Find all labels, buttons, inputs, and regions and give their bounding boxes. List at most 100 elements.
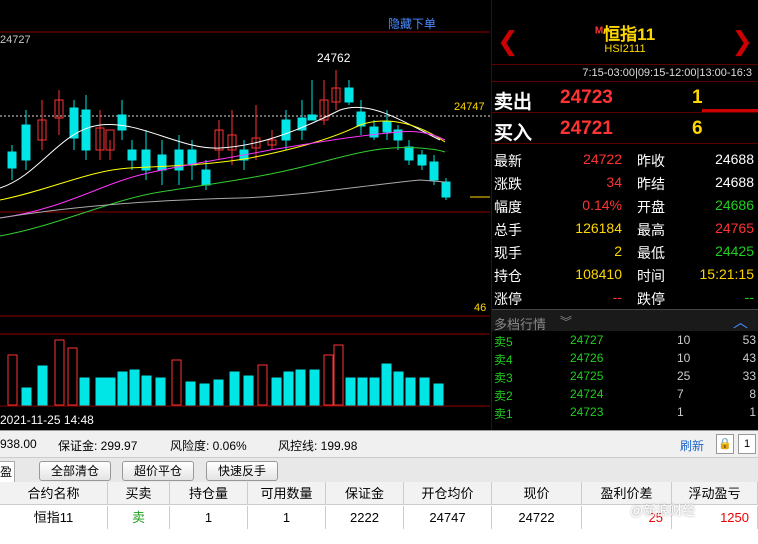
stat-key: 开盘 [637,199,665,215]
volume-bar [357,377,368,406]
depth-expand-icon[interactable]: ︾ [560,313,572,330]
stat-key: 时间 [637,268,665,284]
volume-bar [419,377,430,406]
watermark: @新浪财经 [630,503,696,518]
volume-bar [54,339,65,406]
depth-volume: 1 [677,405,684,419]
peak-price-label: 24762 [317,51,351,65]
volume-bar [229,371,240,406]
column-header[interactable]: 持仓量 [170,482,248,505]
stat-value: 126184 [575,220,622,236]
volume-bar [67,347,78,406]
sell-price: 24723 [560,87,613,108]
scroll-button[interactable]: 1 [738,434,756,454]
stat-value: 24765 [715,220,754,236]
volume-bar [369,377,380,406]
candle-body [281,119,291,141]
volume-bar [79,377,90,406]
stat-value: 2 [614,243,622,259]
lock-icon[interactable]: 🔒 [716,434,734,454]
depth-row[interactable]: 卖2 24724 7 8 [492,385,758,403]
sell-volume-bar [702,109,758,112]
column-header[interactable]: 可用数量 [248,482,326,505]
moving-average-line [0,106,441,189]
contract-name: 恒指11 [603,25,656,44]
volume-bar [243,375,254,406]
volume-bar [129,369,140,406]
column-header[interactable]: 保证金 [326,482,404,505]
candle-body [157,154,167,171]
sell-quote-row[interactable]: 卖出 24723 1 [492,82,758,113]
volume-bar [199,383,210,406]
depth-total: 53 [742,333,756,347]
column-header[interactable]: 合约名称 [0,482,108,505]
stat-row: 现手 2 最低 24425 [492,240,758,263]
candle-body [344,87,354,103]
depth-level: 卖3 [494,371,513,385]
depth-volume: 10 [677,351,691,365]
stat-value: 34 [606,174,622,190]
stat-key: 昨收 [637,153,665,169]
buy-label: 买入 [494,123,533,144]
stat-row: 持仓 108410 时间 15:21:15 [492,263,758,286]
hide-orders-link[interactable]: 隐藏下单 [388,15,436,32]
stat-row: 最新 24722 昨收 24688 [492,148,758,171]
candle-body [417,154,427,166]
candle-body [307,114,317,121]
contract-code: HSI2111 [604,43,646,55]
stat-key: 总手 [494,222,522,238]
candle-body [429,161,439,181]
depth-row[interactable]: 卖3 24725 25 33 [492,367,758,385]
kline-chart[interactable]: 隐藏下单 24727 24762 24747 46 2021-11-25 14:… [0,0,490,430]
column-header[interactable]: 开仓均价 [404,482,492,505]
depth-row[interactable]: 卖4 24726 10 43 [492,349,758,367]
buy-quote-row[interactable]: 买入 24721 6 [492,113,758,144]
depth-row[interactable]: 卖5 24727 10 53 [492,331,758,349]
depth-row[interactable]: 卖1 24723 1 1 [492,403,758,421]
refresh-link[interactable]: 刷新 [680,437,704,454]
stat-value: 108410 [575,266,622,282]
stat-value: -- [612,289,622,305]
depth-total: 33 [742,369,756,383]
depth-price: 24724 [570,387,604,401]
table-cell: 24722 [492,506,582,529]
stat-value: 15:21:15 [699,266,755,282]
depth-price: 24726 [570,351,604,365]
quote-header: ❮ M恒指11 HSI2111 ❯ [492,0,758,64]
volume-bar [171,359,182,406]
buy-price: 24721 [560,118,613,139]
stat-value: 24722 [583,151,622,167]
quick-reverse-button[interactable]: 快速反手 [206,461,278,481]
close-all-button[interactable]: 全部清仓 [39,461,111,481]
volume-bar [381,363,392,406]
depth-header[interactable]: 多档行情 ︾ ︿ [492,309,758,332]
next-contract-chevron-icon[interactable]: ❯ [731,26,753,57]
depth-volume: 25 [677,369,691,383]
depth-level: 卖2 [494,389,513,403]
candle-body [441,181,451,198]
volume-bar [213,379,224,406]
kline-chart-svg[interactable] [0,0,490,430]
collapse-chevron-icon[interactable]: ︿ [733,311,748,332]
column-header[interactable]: 买卖 [108,482,170,505]
account-bar: 938.00 保证金: 299.97 风险度: 0.06% 风控线: 199.9… [0,430,758,457]
depth-list: 卖5 24727 10 53 卖4 24726 10 43 卖3 24725 25 33 卖2 24724… [492,331,758,421]
candle-body [201,169,211,186]
action-bar: 盈 全部清仓 超价平仓 快速反手 [0,457,758,483]
volume-bar [309,369,320,406]
profit-tab[interactable]: 盈 [0,461,15,483]
table-cell: 恒指11 [0,506,108,529]
volume-bar [393,371,404,406]
column-header[interactable]: 现价 [492,482,582,505]
volume-bar [333,344,344,406]
stat-key: 最低 [637,245,665,261]
volume-bar [141,375,152,406]
over-price-close-button[interactable]: 超价平仓 [122,461,194,481]
moving-average-line [0,146,446,237]
contract-title: M恒指11 [492,20,758,45]
volume-bar [257,364,268,406]
stat-value: 0.14% [582,197,622,213]
depth-volume: 7 [677,387,684,401]
stat-key: 涨停 [494,291,522,307]
contract-tag: M [594,25,604,37]
